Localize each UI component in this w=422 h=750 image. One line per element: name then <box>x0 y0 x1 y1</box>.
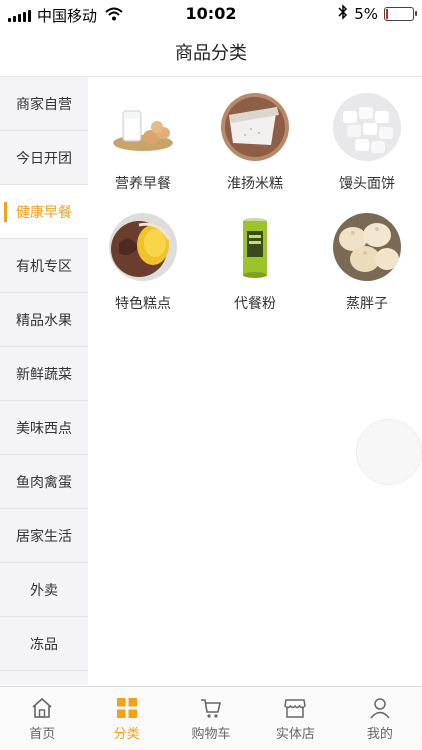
status-bar: 中国移动 10:02 5% <box>0 0 422 28</box>
category-item-label: 营养早餐 <box>115 176 171 192</box>
bluetooth-icon <box>338 4 348 24</box>
tab-mine[interactable]: 我的 <box>338 687 422 750</box>
sidebar-item-7[interactable]: 鱼肉禽蛋 <box>0 455 88 509</box>
user-icon <box>370 698 390 719</box>
sidebar-item-label: 健康早餐 <box>16 204 72 221</box>
sidebar-item-label: 冻品 <box>30 636 58 653</box>
category-item-2[interactable]: 馒头面饼 <box>312 93 422 193</box>
category-grid: 营养早餐 淮扬米糕 馒头面饼 特色糕点 代餐粉 蒸胖子 <box>88 77 422 313</box>
tab-label: 首页 <box>29 727 56 742</box>
tab-cart[interactable]: 购物车 <box>169 687 253 750</box>
sidebar-item-4[interactable]: 精品水果 <box>0 293 88 347</box>
category-item-label: 淮扬米糕 <box>227 176 283 192</box>
sidebar-item-8[interactable]: 居家生活 <box>0 509 88 563</box>
tab-label: 实体店 <box>275 727 315 742</box>
category-icon <box>116 698 137 718</box>
page-title: 商品分类 <box>175 43 247 64</box>
battery-percent: 5% <box>354 5 378 23</box>
bottom-tab-bar: 首页 分类 购物车 实体店 我的 <box>0 686 422 750</box>
tab-store[interactable]: 实体店 <box>253 687 337 750</box>
category-sidebar[interactable]: 商家自营 今日开团 健康早餐 有机专区 精品水果 新鲜蔬菜 美味西点 鱼肉禽蛋 … <box>0 77 88 685</box>
dumplings-image <box>333 213 401 281</box>
sidebar-item-label: 今日开团 <box>16 150 72 167</box>
sidebar-item-9[interactable]: 外卖 <box>0 563 88 617</box>
home-icon <box>32 697 52 718</box>
sidebar-item-2[interactable]: 健康早餐 <box>0 185 88 239</box>
sidebar-item-0[interactable]: 商家自营 <box>0 77 88 131</box>
navigation-bar: 商品分类 <box>0 28 422 77</box>
category-item-label: 代餐粉 <box>234 296 276 312</box>
category-item-label: 蒸胖子 <box>346 296 388 312</box>
pastry-image <box>109 213 177 281</box>
store-icon <box>284 699 307 718</box>
tab-category[interactable]: 分类 <box>84 687 168 750</box>
category-item-4[interactable]: 代餐粉 <box>200 213 310 313</box>
category-item-3[interactable]: 特色糕点 <box>88 213 198 313</box>
status-right: 5% <box>338 4 417 24</box>
sidebar-item-label: 外卖 <box>30 582 58 599</box>
sidebar-item-5[interactable]: 新鲜蔬菜 <box>0 347 88 401</box>
sidebar-item-label: 鱼肉禽蛋 <box>16 474 72 491</box>
sidebar-item-label: 居家生活 <box>16 528 72 545</box>
steamed-bun-image <box>333 93 401 161</box>
sidebar-item-label: 有机专区 <box>16 258 72 275</box>
sidebar-item-3[interactable]: 有机专区 <box>0 239 88 293</box>
floating-assistive-button[interactable] <box>356 419 422 485</box>
category-item-1[interactable]: 淮扬米糕 <box>200 93 310 193</box>
rice-cake-image <box>221 93 289 161</box>
tab-label: 购物车 <box>191 727 231 742</box>
sidebar-item-1[interactable]: 今日开团 <box>0 131 88 185</box>
battery-icon <box>384 7 417 21</box>
category-item-5[interactable]: 蒸胖子 <box>312 213 422 313</box>
category-content: 营养早餐 淮扬米糕 馒头面饼 特色糕点 代餐粉 蒸胖子 <box>88 77 422 685</box>
category-item-label: 馒头面饼 <box>339 176 395 192</box>
sidebar-item-10[interactable]: 冻品 <box>0 617 88 671</box>
sidebar-item-label: 新鲜蔬菜 <box>16 366 72 383</box>
category-item-label: 特色糕点 <box>115 296 171 312</box>
category-item-0[interactable]: 营养早餐 <box>88 93 198 193</box>
tab-label: 我的 <box>366 727 393 742</box>
sidebar-item-6[interactable]: 美味西点 <box>0 401 88 455</box>
tab-home[interactable]: 首页 <box>0 687 84 750</box>
sidebar-item-label: 商家自营 <box>16 96 72 113</box>
cart-icon <box>201 699 222 718</box>
milk-eggs-image <box>109 93 177 161</box>
sidebar-item-label: 精品水果 <box>16 312 72 329</box>
tab-label: 分类 <box>113 727 140 742</box>
sidebar-item-label: 美味西点 <box>16 420 72 437</box>
battery-fill <box>386 9 388 19</box>
meal-powder-can-image <box>221 213 289 281</box>
